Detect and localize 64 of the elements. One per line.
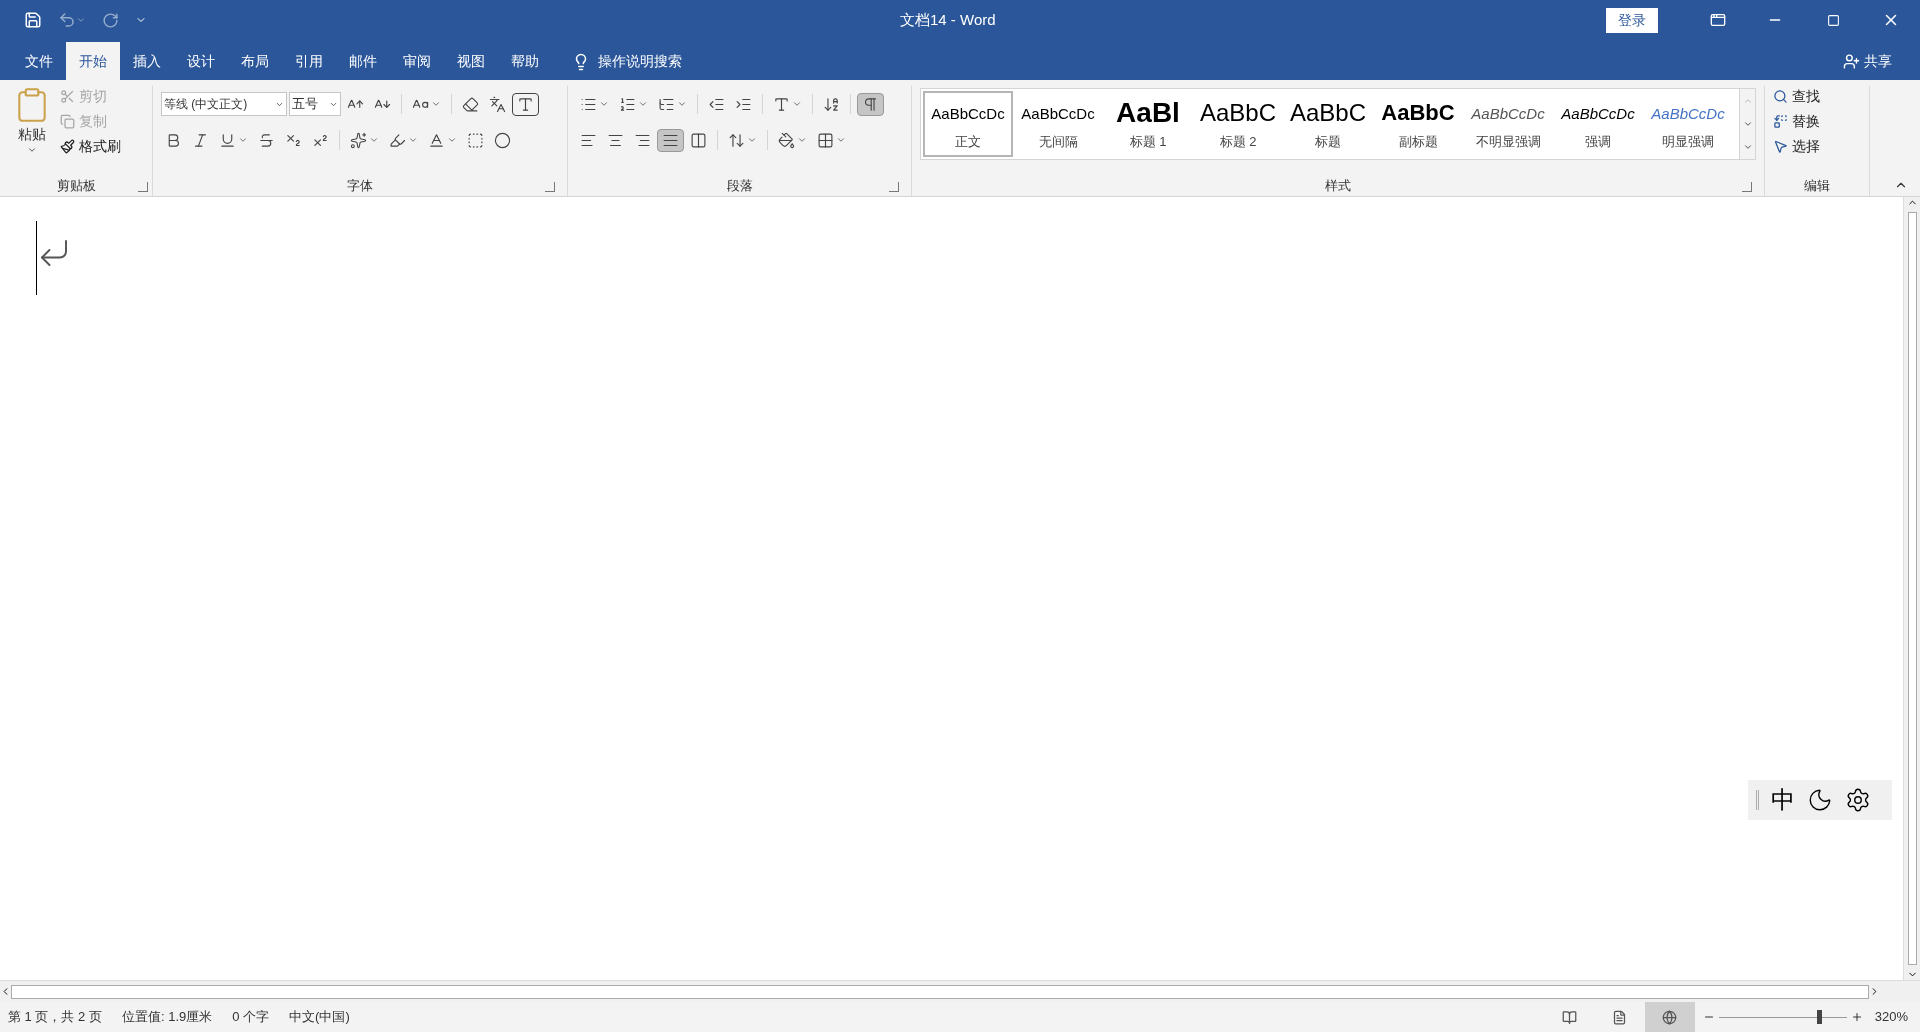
group-label: 样式 (1325, 177, 1351, 196)
zoom-slider[interactable] (1718, 1009, 1847, 1025)
user-plus-icon (1843, 53, 1860, 70)
character-border-icon[interactable] (512, 92, 539, 116)
ribbon-tab[interactable]: 审阅 (390, 42, 444, 80)
style-item[interactable]: AaBl 标题 1 (1103, 91, 1193, 157)
undo-icon (58, 11, 86, 29)
settings-icon (1845, 787, 1871, 813)
paintbrush-icon (60, 139, 75, 154)
copy-icon (60, 114, 75, 129)
ribbon-tab[interactable]: 插入 (120, 42, 174, 80)
cursor-icon (1773, 139, 1788, 154)
ribbon-tab[interactable]: 邮件 (336, 42, 390, 80)
style-item[interactable]: AaBbC 标题 2 (1193, 91, 1283, 157)
group-label: 编辑 (1804, 177, 1830, 196)
status-text: 0 个字 (232, 1008, 270, 1027)
view-mode-icon[interactable] (1644, 1002, 1695, 1032)
status-text: 中文(中国) (289, 1008, 350, 1027)
style-item[interactable]: AaBbC 副标题 (1373, 91, 1463, 157)
ribbon-tab[interactable]: 开始 (66, 42, 120, 80)
group-label: 段落 (726, 177, 753, 196)
style-item[interactable]: AaBbCcDc 不明显强调 (1463, 91, 1553, 157)
style-item[interactable]: AaBbCcDc 正文 (923, 91, 1013, 157)
redo-icon (102, 11, 119, 29)
style-item[interactable]: AaBbCcDc 强调 (1553, 91, 1643, 157)
group-label: 字体 (347, 177, 373, 196)
style-item[interactable]: AaBbCcDc 明显强调 (1643, 91, 1733, 157)
dialog-launcher-icon[interactable] (1742, 182, 1752, 192)
font-name-field[interactable]: 等线 (中文正文) (161, 92, 287, 116)
clipboard-command[interactable]: 格式刷 (60, 136, 121, 157)
ribbon-tab[interactable]: 设计 (174, 42, 228, 80)
dialog-launcher-icon[interactable] (889, 182, 899, 192)
ribbon-tab[interactable]: 视图 (444, 42, 498, 80)
editing-command[interactable]: 替换 (1773, 111, 1861, 132)
zoom-level[interactable]: 320% (1874, 1007, 1908, 1027)
ribbon-tab[interactable]: 帮助 (498, 42, 552, 80)
align-icon[interactable] (657, 128, 684, 152)
status-text: 第 1 页，共 2 页 (8, 1008, 102, 1027)
paste-button[interactable]: 粘贴 (8, 86, 56, 176)
dialog-launcher-icon[interactable] (138, 182, 148, 192)
ribbon-tab[interactable]: 布局 (228, 42, 282, 80)
login-button[interactable]: 登录 (1606, 7, 1658, 33)
editing-command[interactable]: 选择 (1773, 136, 1861, 157)
zoom-in-icon (1850, 1011, 1863, 1023)
tell-me-search[interactable]: 操作说明搜索 (572, 51, 682, 72)
window-title: 文档14 - Word (900, 9, 996, 30)
ribbon-tab[interactable]: 引用 (282, 42, 336, 80)
ribbon-tab[interactable]: 文件 (12, 42, 66, 80)
style-item[interactable]: AaBbCcDc 无间隔 (1013, 91, 1103, 157)
search-icon (1773, 89, 1788, 104)
group-label: 剪贴板 (56, 177, 96, 196)
dialog-launcher-icon[interactable] (545, 182, 555, 192)
replace-icon (1773, 114, 1788, 129)
show-marks-icon[interactable] (857, 92, 884, 116)
scissors-icon (60, 89, 75, 104)
save-icon (24, 11, 42, 29)
caret-icon (27, 145, 37, 155)
style-item[interactable]: AaBbC 标题 (1283, 91, 1373, 157)
font-size-field[interactable]: 五号 (289, 92, 341, 116)
ime-mode[interactable]: 中 (1771, 782, 1795, 818)
status-text: 位置值: 1.9厘米 (121, 1008, 213, 1027)
moon-icon (1807, 787, 1833, 813)
editing-command[interactable]: 查找 (1773, 86, 1861, 107)
share-button[interactable]: 共享 (1843, 51, 1892, 72)
